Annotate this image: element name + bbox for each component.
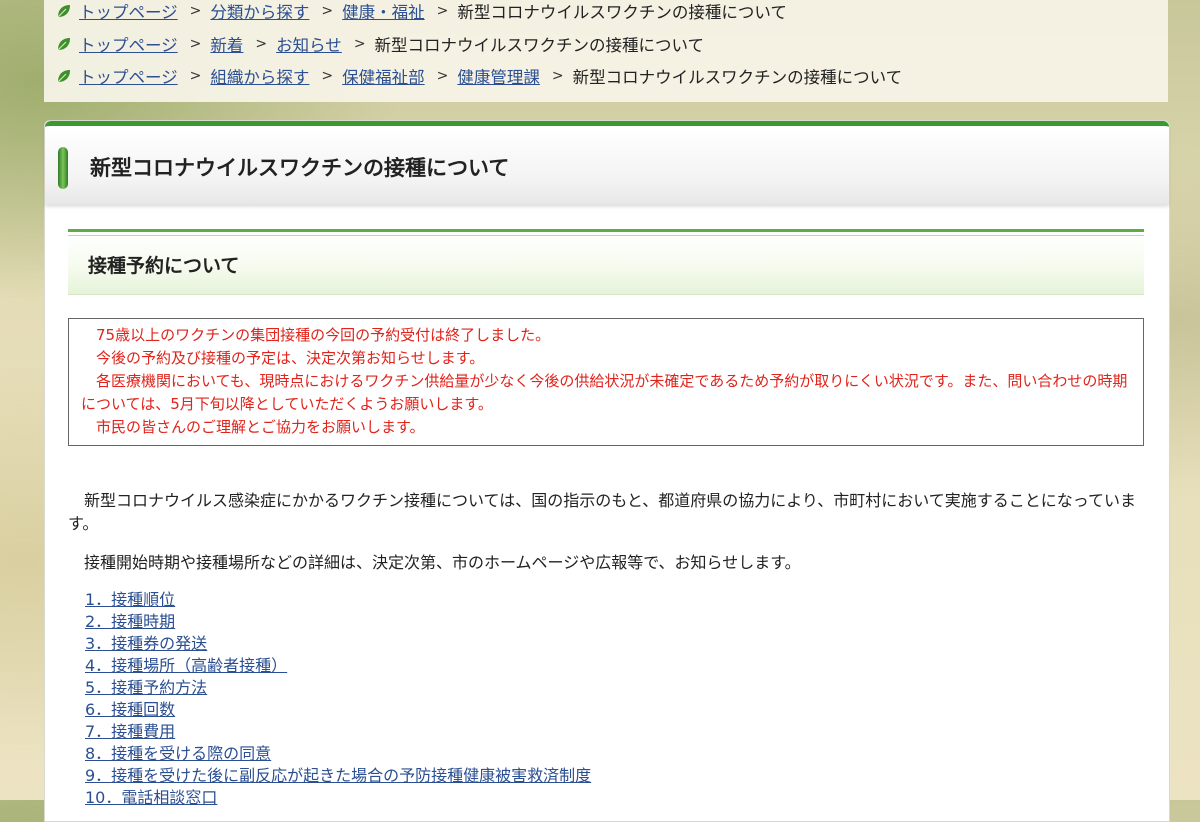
section-title: 接種予約について (88, 255, 240, 277)
chevron-right-icon: > (255, 36, 268, 52)
body-paragraph: 接種開始時期や接種場所などの詳細は、決定次第、市のホームページや広報等で、お知ら… (68, 553, 801, 572)
chevron-right-icon: > (353, 36, 366, 52)
toc-link[interactable]: 2．接種時期 (85, 612, 175, 631)
breadcrumb-area: トップページ > 分類から探す > 健康・福祉 > 新型コロナウイルスワクチンの… (44, 0, 1168, 102)
leaf-icon (57, 38, 70, 51)
chevron-right-icon: > (189, 68, 202, 84)
leaf-icon (57, 70, 70, 83)
toc-item: 9．接種を受けた後に副反応が起きた場合の予防接種健康被害救済制度 (85, 765, 591, 787)
toc-item: 1．接種順位 (85, 589, 591, 611)
toc-link[interactable]: 6．接種回数 (85, 700, 175, 719)
main-content: 新型コロナウイルスワクチンの接種について 接種予約について 75歳以上のワクチン… (44, 120, 1170, 822)
toc-item: 6．接種回数 (85, 699, 591, 721)
breadcrumb: トップページ > 新着 > お知らせ > 新型コロナウイルスワクチンの接種につい… (56, 32, 704, 56)
breadcrumb-link-organization[interactable]: 組織から探す (210, 64, 309, 88)
title-accent-bar (58, 147, 68, 189)
chevron-right-icon: > (321, 68, 334, 84)
body-paragraph: 新型コロナウイルス感染症にかかるワクチン接種については、国の指示のもと、都道府県… (68, 491, 1137, 533)
page-title-band: 新型コロナウイルスワクチンの接種について (45, 121, 1169, 204)
chevron-right-icon: > (189, 36, 202, 52)
notice-text: 各医療機関においても、現時点におけるワクチン供給量が少なく今後の供給状況が未確定… (81, 372, 1128, 413)
page-title: 新型コロナウイルスワクチンの接種について (90, 156, 510, 180)
leaf-icon (57, 5, 70, 18)
breadcrumb-link-health-welfare-dept[interactable]: 保健福祉部 (342, 64, 425, 88)
toc-item: 2．接種時期 (85, 611, 591, 633)
breadcrumb-link-top[interactable]: トップページ (79, 64, 178, 88)
breadcrumb-link-new[interactable]: 新着 (210, 32, 243, 56)
chevron-right-icon: > (321, 3, 334, 19)
toc-link[interactable]: 9．接種を受けた後に副反応が起きた場合の予防接種健康被害救済制度 (85, 766, 591, 785)
breadcrumb-link-top[interactable]: トップページ (79, 0, 178, 23)
breadcrumb-current: 新型コロナウイルスワクチンの接種について (572, 68, 903, 87)
notice-text: 75歳以上のワクチンの集団接種の今回の予約受付は終了しました。 (81, 326, 551, 344)
toc-item: 3．接種券の発送 (85, 633, 591, 655)
breadcrumb-current: 新型コロナウイルスワクチンの接種について (374, 36, 705, 55)
notice-text: 市民の皆さんのご理解とご協力をお願いします。 (81, 418, 425, 436)
toc-link[interactable]: 1．接種順位 (85, 590, 175, 609)
notice-box: 75歳以上のワクチンの集団接種の今回の予約受付は終了しました。 今後の予約及び接… (68, 318, 1144, 446)
breadcrumb-link-news[interactable]: お知らせ (276, 32, 342, 56)
notice-text: 今後の予約及び接種の予定は、決定次第お知らせします。 (81, 349, 485, 367)
toc-item: 5．接種予約方法 (85, 677, 591, 699)
toc-link[interactable]: 3．接種券の発送 (85, 634, 207, 653)
toc-item: 7．接種費用 (85, 721, 591, 743)
breadcrumb: トップページ > 分類から探す > 健康・福祉 > 新型コロナウイルスワクチンの… (56, 0, 787, 23)
toc-item: 10．電話相談窓口 (85, 787, 591, 809)
chevron-right-icon: > (551, 68, 564, 84)
breadcrumb: トップページ > 組織から探す > 保健福祉部 > 健康管理課 > 新型コロナウ… (56, 64, 902, 88)
breadcrumb-current: 新型コロナウイルスワクチンの接種について (457, 3, 787, 22)
toc-item: 4．接種場所（高齢者接種） (85, 655, 591, 677)
toc-item: 8．接種を受ける際の同意 (85, 743, 591, 765)
breadcrumb-link-top[interactable]: トップページ (79, 32, 178, 56)
breadcrumb-link-category[interactable]: 分類から探す (210, 0, 309, 23)
breadcrumb-link-health-management[interactable]: 健康管理課 (457, 64, 540, 88)
chevron-right-icon: > (189, 3, 202, 19)
toc-link[interactable]: 5．接種予約方法 (85, 678, 207, 697)
table-of-contents: 1．接種順位 2．接種時期 3．接種券の発送 4．接種場所（高齢者接種） 5．接… (85, 589, 591, 809)
chevron-right-icon: > (436, 68, 449, 84)
toc-link[interactable]: 8．接種を受ける際の同意 (85, 744, 271, 763)
toc-link[interactable]: 7．接種費用 (85, 722, 175, 741)
toc-link[interactable]: 4．接種場所（高齢者接種） (85, 656, 287, 675)
chevron-right-icon: > (436, 3, 449, 19)
section-heading-band: 接種予約について (68, 229, 1144, 295)
toc-link[interactable]: 10．電話相談窓口 (85, 788, 217, 807)
breadcrumb-link-health-welfare[interactable]: 健康・福祉 (342, 0, 425, 23)
